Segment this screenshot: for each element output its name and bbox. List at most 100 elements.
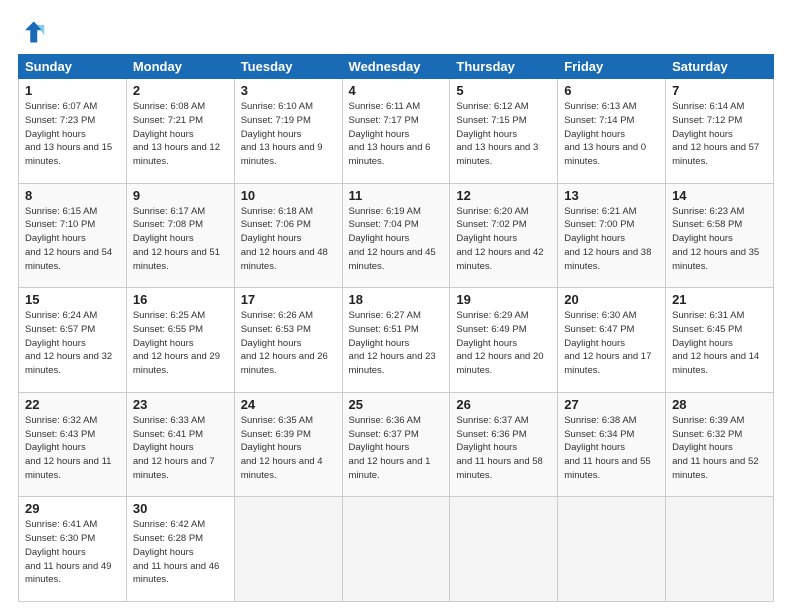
day-detail: Sunrise: 6:12 AMSunset: 7:15 PMDaylight … (456, 100, 551, 169)
day-detail: Sunrise: 6:42 AMSunset: 6:28 PMDaylight … (133, 518, 228, 587)
day-detail: Sunrise: 6:36 AMSunset: 6:37 PMDaylight … (349, 414, 444, 483)
table-row (234, 497, 342, 602)
day-detail: Sunrise: 6:38 AMSunset: 6:34 PMDaylight … (564, 414, 659, 483)
day-detail: Sunrise: 6:29 AMSunset: 6:49 PMDaylight … (456, 309, 551, 378)
table-row: 16Sunrise: 6:25 AMSunset: 6:55 PMDayligh… (126, 288, 234, 393)
day-detail: Sunrise: 6:13 AMSunset: 7:14 PMDaylight … (564, 100, 659, 169)
day-detail: Sunrise: 6:18 AMSunset: 7:06 PMDaylight … (241, 205, 336, 274)
table-row: 29Sunrise: 6:41 AMSunset: 6:30 PMDayligh… (19, 497, 127, 602)
calendar-week-row: 15 Sunrise: 6:24 AMSunset: 6:57 PMDayligh… (19, 288, 774, 393)
table-row: 10Sunrise: 6:18 AMSunset: 7:06 PMDayligh… (234, 183, 342, 288)
table-row: 7Sunrise: 6:14 AMSunset: 7:12 PMDaylight… (666, 79, 774, 184)
day-number: 28 (672, 397, 767, 412)
day-number: 27 (564, 397, 659, 412)
logo (18, 18, 50, 46)
day-detail: Sunrise: 6:11 AMSunset: 7:17 PMDaylight … (349, 100, 444, 169)
day-detail: Sunrise: 6:15 AMSunset: 7:10 PMDaylight … (25, 205, 120, 274)
table-row: 18 Sunrise: 6:27 AMSunset: 6:51 PMDayligh… (342, 288, 450, 393)
day-number: 6 (564, 83, 659, 98)
table-row: 13 Sunrise: 6:21 AMSunset: 7:00 PMDayligh… (558, 183, 666, 288)
table-row (450, 497, 558, 602)
table-row: 8 Sunrise: 6:15 AMSunset: 7:10 PMDaylight… (19, 183, 127, 288)
day-detail: Sunrise: 6:27 AMSunset: 6:51 PMDaylight … (349, 309, 444, 378)
day-number: 14 (672, 188, 767, 203)
day-number: 15 (25, 292, 120, 307)
day-number: 1 (25, 83, 120, 98)
day-detail: Sunrise: 6:26 AMSunset: 6:53 PMDaylight … (241, 309, 336, 378)
header (18, 18, 774, 46)
day-number: 22 (25, 397, 120, 412)
table-row: 20 Sunrise: 6:30 AMSunset: 6:47 PMDayligh… (558, 288, 666, 393)
day-number: 26 (456, 397, 551, 412)
day-number: 23 (133, 397, 228, 412)
day-detail: Sunrise: 6:14 AMSunset: 7:12 PMDaylight … (672, 100, 767, 169)
day-number: 11 (349, 188, 444, 203)
table-row: 3 Sunrise: 6:10 AMSunset: 7:19 PMDaylight… (234, 79, 342, 184)
col-friday: Friday (558, 55, 666, 79)
logo-icon (18, 18, 46, 46)
table-row: 15 Sunrise: 6:24 AMSunset: 6:57 PMDayligh… (19, 288, 127, 393)
table-row: 5 Sunrise: 6:12 AMSunset: 7:15 PMDaylight… (450, 79, 558, 184)
day-detail: Sunrise: 6:30 AMSunset: 6:47 PMDaylight … (564, 309, 659, 378)
table-row (558, 497, 666, 602)
day-number: 2 (133, 83, 228, 98)
table-row: 27 Sunrise: 6:38 AMSunset: 6:34 PMDayligh… (558, 392, 666, 497)
day-number: 30 (133, 501, 228, 516)
day-number: 12 (456, 188, 551, 203)
day-detail: Sunrise: 6:08 AMSunset: 7:21 PMDaylight … (133, 100, 228, 169)
day-detail: Sunrise: 6:33 AMSunset: 6:41 PMDaylight … (133, 414, 228, 483)
day-detail: Sunrise: 6:19 AMSunset: 7:04 PMDaylight … (349, 205, 444, 274)
weekday-header-row: Sunday Monday Tuesday Wednesday Thursday… (19, 55, 774, 79)
calendar-table: Sunday Monday Tuesday Wednesday Thursday… (18, 54, 774, 602)
day-number: 9 (133, 188, 228, 203)
day-detail: Sunrise: 6:41 AMSunset: 6:30 PMDaylight … (25, 518, 120, 587)
table-row: 19 Sunrise: 6:29 AMSunset: 6:49 PMDayligh… (450, 288, 558, 393)
day-number: 20 (564, 292, 659, 307)
day-detail: Sunrise: 6:37 AMSunset: 6:36 PMDaylight … (456, 414, 551, 483)
day-detail: Sunrise: 6:10 AMSunset: 7:19 PMDaylight … (241, 100, 336, 169)
day-detail: Sunrise: 6:35 AMSunset: 6:39 PMDaylight … (241, 414, 336, 483)
table-row: 25 Sunrise: 6:36 AMSunset: 6:37 PMDayligh… (342, 392, 450, 497)
day-detail: Sunrise: 6:07 AMSunset: 7:23 PMDaylight … (25, 100, 120, 169)
day-detail: Sunrise: 6:32 AMSunset: 6:43 PMDaylight … (25, 414, 120, 483)
table-row: 1 Sunrise: 6:07 AMSunset: 7:23 PMDaylight… (19, 79, 127, 184)
table-row: 26 Sunrise: 6:37 AMSunset: 6:36 PMDayligh… (450, 392, 558, 497)
page: Sunday Monday Tuesday Wednesday Thursday… (0, 0, 792, 612)
table-row (666, 497, 774, 602)
day-number: 25 (349, 397, 444, 412)
table-row: 2 Sunrise: 6:08 AMSunset: 7:21 PMDaylight… (126, 79, 234, 184)
day-detail: Sunrise: 6:17 AMSunset: 7:08 PMDaylight … (133, 205, 228, 274)
table-row: 22 Sunrise: 6:32 AMSunset: 6:43 PMDayligh… (19, 392, 127, 497)
calendar-week-row: 29Sunrise: 6:41 AMSunset: 6:30 PMDayligh… (19, 497, 774, 602)
col-thursday: Thursday (450, 55, 558, 79)
day-detail: Sunrise: 6:31 AMSunset: 6:45 PMDaylight … (672, 309, 767, 378)
day-number: 18 (349, 292, 444, 307)
col-sunday: Sunday (19, 55, 127, 79)
day-number: 8 (25, 188, 120, 203)
calendar-week-row: 8 Sunrise: 6:15 AMSunset: 7:10 PMDaylight… (19, 183, 774, 288)
day-detail: Sunrise: 6:24 AMSunset: 6:57 PMDaylight … (25, 309, 120, 378)
day-detail: Sunrise: 6:39 AMSunset: 6:32 PMDaylight … (672, 414, 767, 483)
col-tuesday: Tuesday (234, 55, 342, 79)
table-row: 23 Sunrise: 6:33 AMSunset: 6:41 PMDayligh… (126, 392, 234, 497)
table-row: 21 Sunrise: 6:31 AMSunset: 6:45 PMDayligh… (666, 288, 774, 393)
day-detail: Sunrise: 6:21 AMSunset: 7:00 PMDaylight … (564, 205, 659, 274)
col-saturday: Saturday (666, 55, 774, 79)
day-number: 13 (564, 188, 659, 203)
table-row: 9 Sunrise: 6:17 AMSunset: 7:08 PMDaylight… (126, 183, 234, 288)
table-row: 4Sunrise: 6:11 AMSunset: 7:17 PMDaylight… (342, 79, 450, 184)
day-number: 24 (241, 397, 336, 412)
table-row: 24 Sunrise: 6:35 AMSunset: 6:39 PMDayligh… (234, 392, 342, 497)
calendar-week-row: 1 Sunrise: 6:07 AMSunset: 7:23 PMDaylight… (19, 79, 774, 184)
day-number: 3 (241, 83, 336, 98)
day-number: 21 (672, 292, 767, 307)
col-wednesday: Wednesday (342, 55, 450, 79)
day-number: 19 (456, 292, 551, 307)
calendar-week-row: 22 Sunrise: 6:32 AMSunset: 6:43 PMDayligh… (19, 392, 774, 497)
col-monday: Monday (126, 55, 234, 79)
table-row: 12Sunrise: 6:20 AMSunset: 7:02 PMDayligh… (450, 183, 558, 288)
table-row (342, 497, 450, 602)
table-row: 14Sunrise: 6:23 AMSunset: 6:58 PMDayligh… (666, 183, 774, 288)
day-number: 17 (241, 292, 336, 307)
day-number: 5 (456, 83, 551, 98)
